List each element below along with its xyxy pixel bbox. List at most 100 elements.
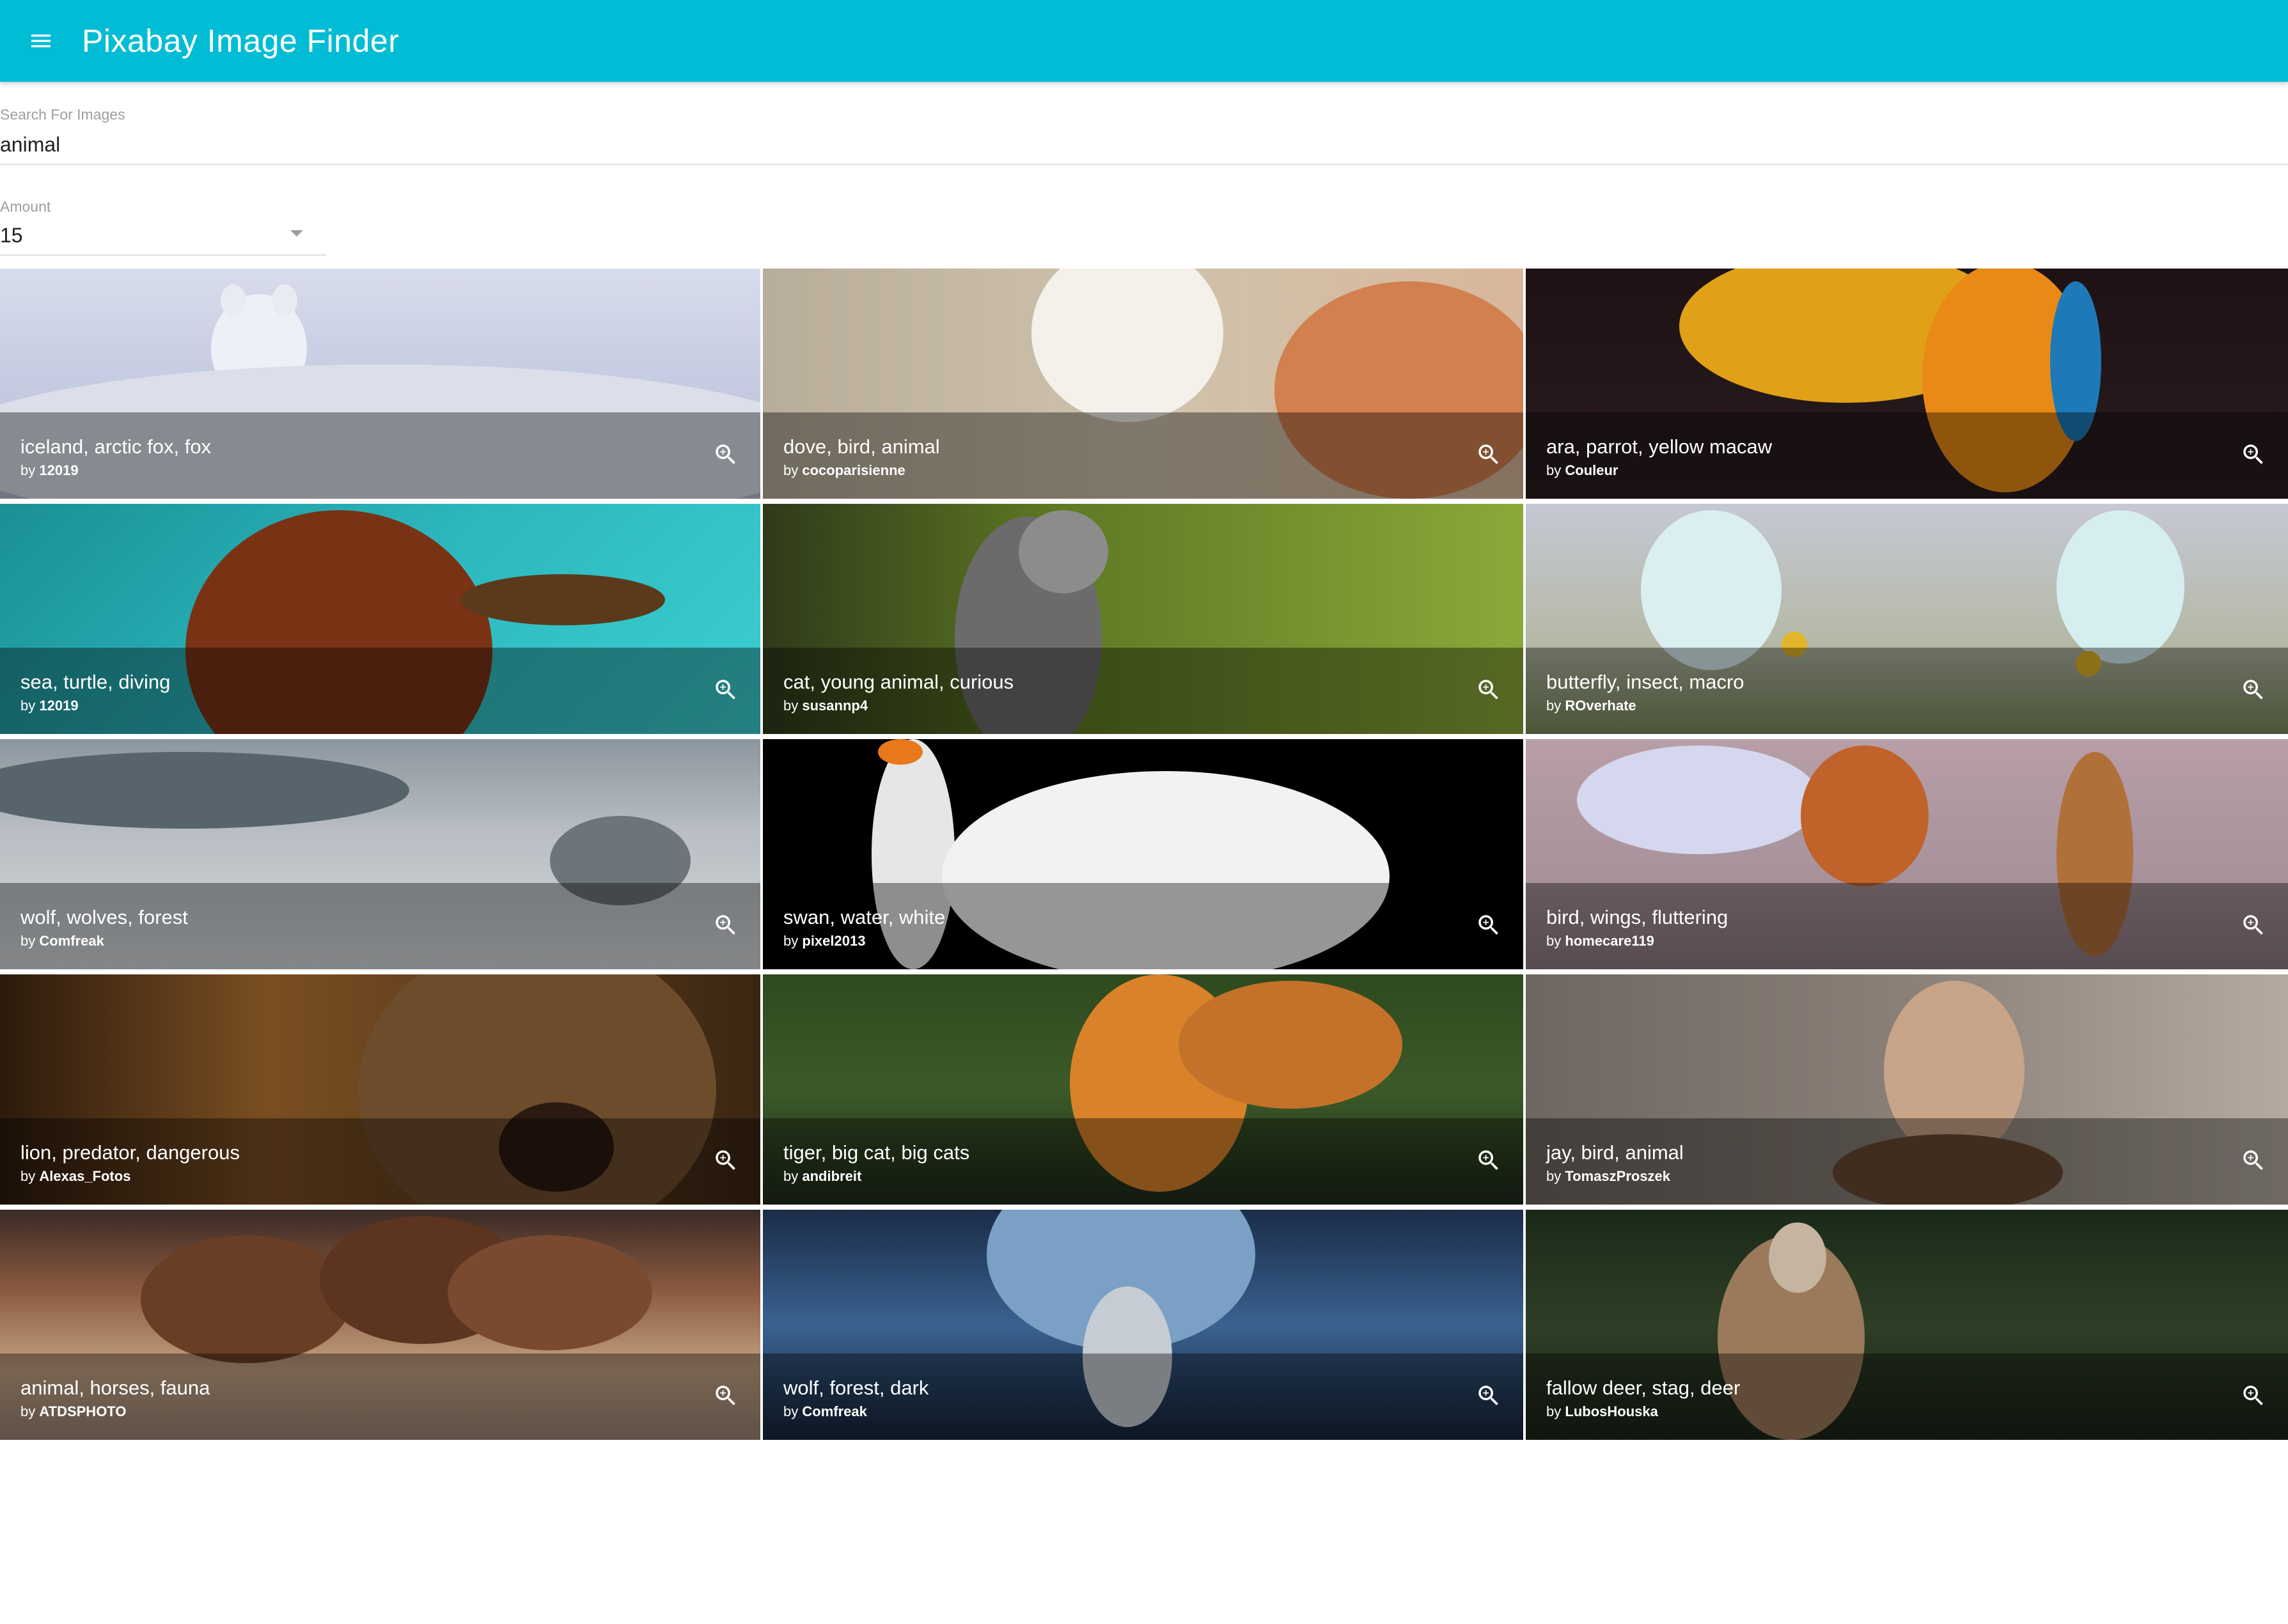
zoom-in-button[interactable] [708, 437, 744, 472]
image-tile[interactable]: wolf, wolves, forest by Comfreak [0, 739, 760, 969]
cat-head [1019, 510, 1108, 593]
tile-caption: animal, horses, fauna by ATDSPHOTO [0, 1354, 760, 1440]
image-tile[interactable]: wolf, forest, dark by Comfreak [763, 1210, 1523, 1440]
tile-caption: iceland, arctic fox, fox by 12019 [0, 412, 760, 499]
zoom-in-button[interactable] [708, 907, 744, 943]
tile-author: by LubosHouska [1546, 1403, 1658, 1419]
wing-shape [1577, 746, 1820, 854]
zoom-in-icon [2243, 680, 2263, 699]
deer-head [1769, 1222, 1826, 1293]
tile-title: butterfly, insect, macro [1546, 671, 1744, 693]
tile-author: by ATDSPHOTO [20, 1403, 127, 1419]
zoom-in-icon [716, 1386, 735, 1405]
butterfly-shape [2057, 510, 2184, 664]
amount-select[interactable]: Amount 15 [0, 196, 326, 256]
butterfly-shape [1641, 510, 1782, 670]
horse-shape [448, 1235, 652, 1350]
tile-title: ara, parrot, yellow macaw [1546, 435, 1773, 458]
tile-author: by TomaszProszek [1546, 1168, 1671, 1184]
tile-caption: fallow deer, stag, deer by LubosHouska [1526, 1354, 2288, 1440]
zoom-in-button[interactable] [708, 1143, 744, 1178]
bird-body [1801, 746, 1929, 886]
zoom-in-button[interactable] [1471, 1378, 1507, 1414]
tile-title: cat, young animal, curious [783, 671, 1014, 693]
zoom-in-button[interactable] [1471, 437, 1507, 472]
zoom-in-button[interactable] [1471, 1143, 1507, 1178]
dove-shape [1031, 269, 1223, 422]
zoom-in-button[interactable] [2236, 672, 2271, 708]
tile-title: tiger, big cat, big cats [783, 1141, 970, 1164]
image-tile[interactable]: tiger, big cat, big cats by andibreit [763, 974, 1523, 1205]
image-tile[interactable]: cat, young animal, curious by susannp4 [763, 504, 1523, 734]
zoom-in-button[interactable] [708, 1378, 744, 1414]
image-tile[interactable]: sea, turtle, diving by 12019 [0, 504, 760, 734]
tile-title: sea, turtle, diving [20, 671, 171, 693]
zoom-in-icon [2243, 1386, 2263, 1405]
image-tile[interactable]: dove, bird, animal by cocoparisienne [763, 269, 1523, 499]
search-field: Search For Images [0, 104, 2288, 165]
dropdown-arrow-icon[interactable] [290, 230, 303, 237]
tile-title: wolf, wolves, forest [20, 906, 188, 928]
tile-caption: wolf, forest, dark by Comfreak [763, 1354, 1523, 1440]
image-tile[interactable]: lion, predator, dangerous by Alexas_Foto… [0, 974, 760, 1205]
zoom-in-icon [2243, 444, 2263, 464]
zoom-in-button[interactable] [1471, 907, 1507, 943]
tile-caption: tiger, big cat, big cats by andibreit [763, 1118, 1523, 1205]
zoom-in-icon [1478, 915, 1498, 935]
forest-shape [0, 752, 409, 829]
swan-beak [878, 739, 923, 765]
zoom-in-button[interactable] [1471, 672, 1507, 708]
image-tile[interactable]: iceland, arctic fox, fox by 12019 [0, 269, 760, 499]
tile-caption: cat, young animal, curious by susannp4 [763, 648, 1523, 734]
zoom-in-icon [716, 444, 735, 464]
zoom-in-button[interactable] [708, 672, 744, 708]
menu-button[interactable] [0, 0, 82, 82]
app-bar: Pixabay Image Finder [0, 0, 2288, 82]
image-tile[interactable]: jay, bird, animal by TomaszProszek [1526, 974, 2288, 1205]
tile-author: by Comfreak [20, 933, 104, 949]
tile-title: bird, wings, fluttering [1546, 906, 1728, 928]
zoom-in-button[interactable] [2236, 1378, 2271, 1414]
zoom-in-icon [2243, 1150, 2263, 1170]
menu-icon [31, 35, 51, 47]
image-tile[interactable]: ara, parrot, yellow macaw by Couleur [1526, 269, 2288, 499]
zoom-in-icon [1478, 444, 1498, 464]
tile-author: by Alexas_Fotos [20, 1168, 131, 1184]
image-tile[interactable]: bird, wings, fluttering by homecare119 [1526, 739, 2288, 969]
image-tile[interactable]: fallow deer, stag, deer by LubosHouska [1526, 1210, 2288, 1440]
zoom-in-icon [2243, 915, 2263, 935]
zoom-in-icon [716, 1150, 735, 1170]
tile-title: iceland, arctic fox, fox [20, 435, 212, 458]
tile-caption: wolf, wolves, forest by Comfreak [0, 883, 760, 969]
amount-label: Amount [0, 198, 51, 215]
tile-author: by cocoparisienne [783, 462, 905, 478]
tile-author: by andibreit [783, 1168, 862, 1184]
zoom-in-icon [1478, 1386, 1498, 1405]
tile-caption: bird, wings, fluttering by homecare119 [1526, 883, 2288, 969]
image-tile[interactable]: swan, water, white by pixel2013 [763, 739, 1523, 969]
tile-title: swan, water, white [783, 906, 946, 928]
tile-title: animal, horses, fauna [20, 1377, 210, 1399]
tile-author: by 12019 [20, 462, 79, 478]
horse-shape [141, 1235, 352, 1363]
tile-caption: dove, bird, animal by cocoparisienne [763, 412, 1523, 499]
search-label: Search For Images [0, 106, 125, 123]
zoom-in-icon [1478, 680, 1498, 699]
zoom-in-icon [1478, 1150, 1498, 1170]
image-tile[interactable]: animal, horses, fauna by ATDSPHOTO [0, 1210, 760, 1440]
zoom-in-button[interactable] [2236, 1143, 2271, 1178]
zoom-in-button[interactable] [2236, 437, 2271, 472]
image-tile[interactable]: butterfly, insect, macro by ROverhate [1526, 504, 2288, 734]
tile-caption: ara, parrot, yellow macaw by Couleur [1526, 412, 2288, 499]
tile-author: by ROverhate [1546, 698, 1636, 714]
tile-author: by 12019 [20, 698, 79, 714]
fox-ear [272, 285, 297, 316]
zoom-in-icon [716, 915, 735, 935]
tile-title: lion, predator, dangerous [20, 1141, 240, 1164]
tiger-body [1179, 981, 1402, 1109]
tile-caption: butterfly, insect, macro by ROverhate [1526, 648, 2288, 734]
tile-title: dove, bird, animal [783, 435, 940, 458]
search-input[interactable] [0, 133, 2276, 157]
zoom-in-button[interactable] [2236, 907, 2271, 943]
tile-author: by Couleur [1546, 462, 1618, 478]
